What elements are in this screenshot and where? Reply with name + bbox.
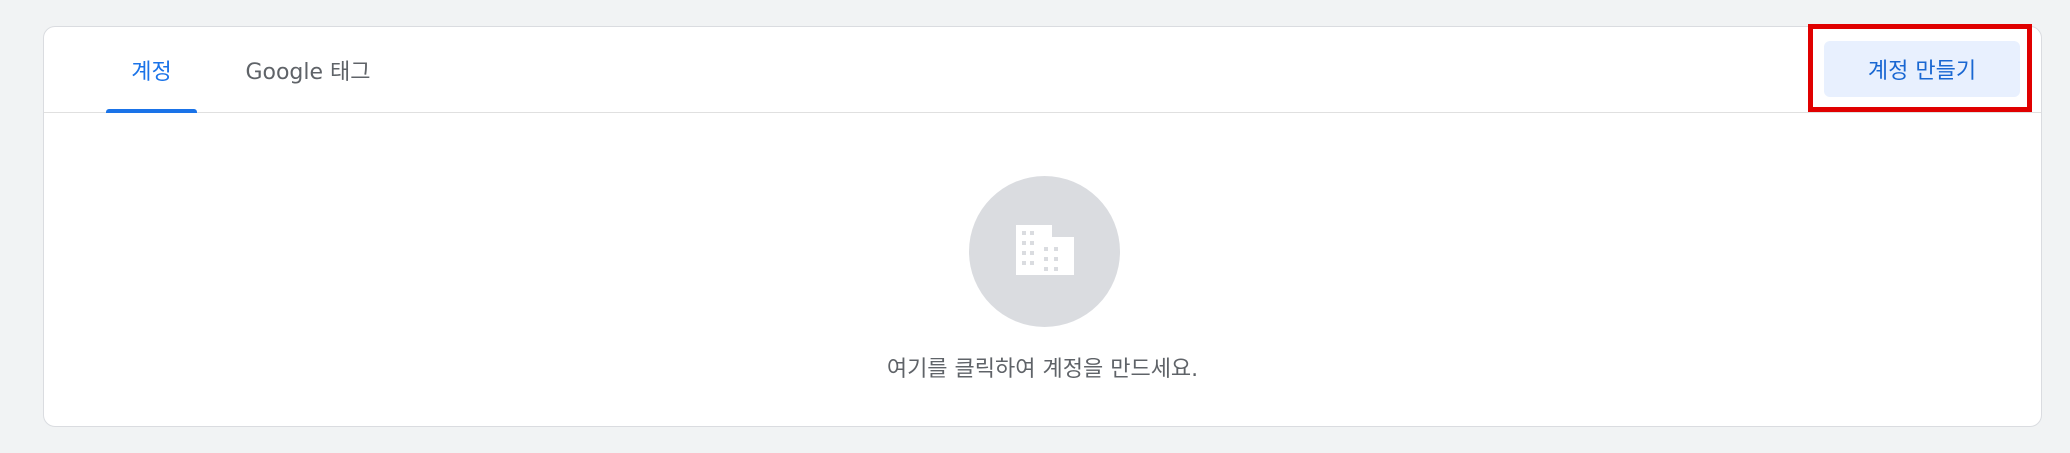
tab-accounts[interactable]: 계정: [106, 27, 197, 113]
accounts-panel: 계정 Google 태그 계정 만들기 여기를 클릭하여 계정을 만드세요.: [43, 26, 2042, 427]
building-icon: [1015, 224, 1074, 279]
empty-state-message[interactable]: 여기를 클릭하여 계정을 만드세요.: [44, 351, 2041, 383]
tab-bar: 계정 Google 태그: [44, 27, 2041, 113]
empty-state-icon-circle[interactable]: [969, 176, 1120, 327]
active-tab-indicator: [106, 109, 197, 113]
create-account-button[interactable]: 계정 만들기: [1824, 41, 2020, 97]
tab-google-tag[interactable]: Google 태그: [238, 27, 378, 113]
